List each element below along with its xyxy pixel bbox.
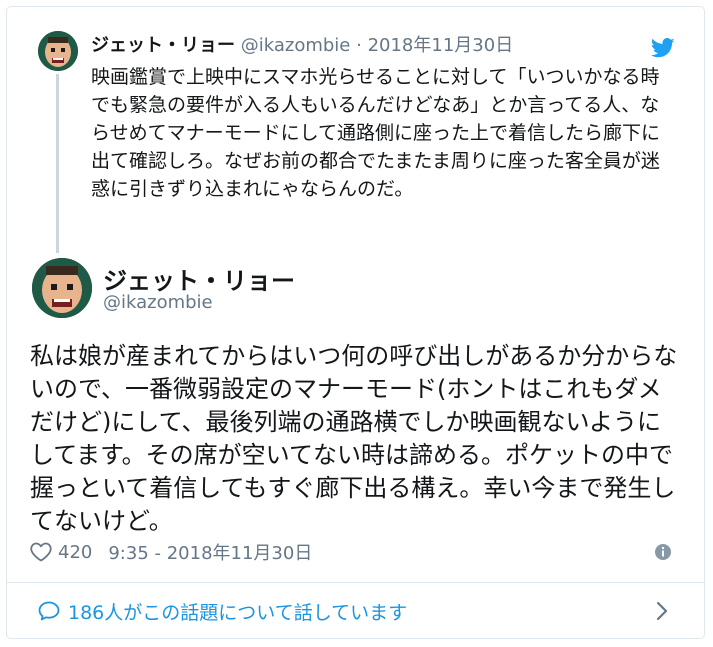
footer-divider <box>6 582 705 583</box>
like-count[interactable]: 420 <box>58 542 92 563</box>
parent-tweet-header: ジェット・リョー @ikazombie · 2018年11月30日 <box>91 34 513 58</box>
conversation-count-text[interactable]: 186人がこの話題について話しています <box>68 598 407 625</box>
parent-tweet-text: 映画鑑賞で上映中にスマホ光らせることに対して「いついかなる時でも緊急の要件が入る… <box>91 66 661 200</box>
header-separator: · <box>356 35 362 56</box>
parent-tweet-date[interactable]: 2018年11月30日 <box>368 35 514 56</box>
twitter-bird-icon[interactable] <box>650 38 675 58</box>
author-handle[interactable]: @ikazombie <box>103 292 213 313</box>
author-name[interactable]: ジェット・リョー <box>103 261 295 296</box>
parent-author-handle[interactable]: @ikazombie <box>241 35 351 56</box>
tweet-meta-row: 420 9:35 - 2018年11月30日 <box>30 540 312 564</box>
thread-connector-line <box>56 74 59 253</box>
info-icon[interactable] <box>654 543 672 561</box>
speech-bubble-icon <box>38 601 60 621</box>
parent-author-name[interactable]: ジェット・リョー <box>91 35 235 56</box>
conversation-link[interactable]: 186人がこの話題について話しています <box>38 598 407 624</box>
parent-avatar[interactable] <box>38 31 78 71</box>
tweet-timestamp[interactable]: 9:35 - 2018年11月30日 <box>108 539 312 565</box>
chevron-right-icon[interactable] <box>655 601 669 621</box>
author-avatar[interactable] <box>32 258 92 318</box>
tweet-text: 私は娘が産まれてからはいつ何の呼び出しがあるか分からないので、一番微弱設定のマナ… <box>30 342 678 535</box>
heart-icon[interactable] <box>30 542 52 562</box>
